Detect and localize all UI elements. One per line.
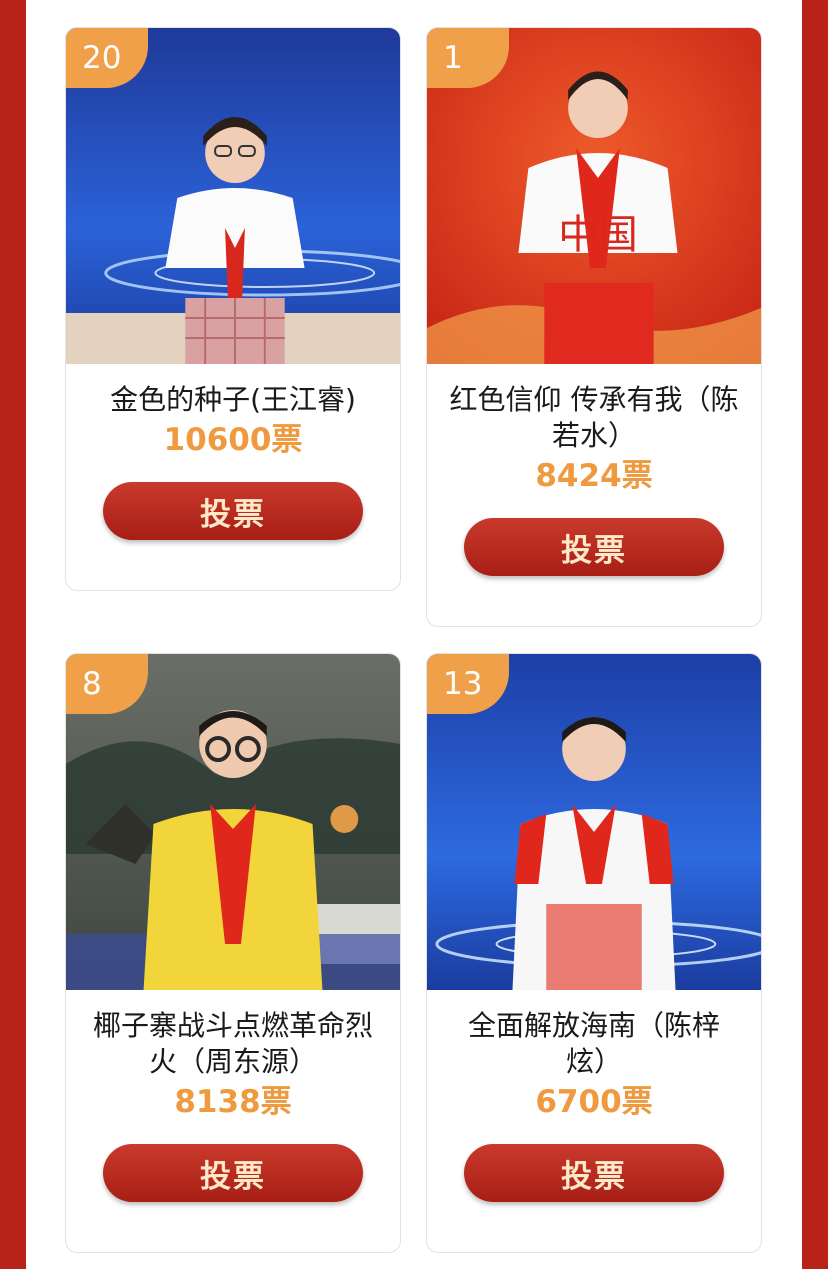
content-panel: 20 金色的种子(王江睿) 10600票 投票 中国 1 红色信仰 传承有我（陈… <box>26 0 802 1269</box>
vote-count: 10600票 <box>163 422 303 458</box>
vote-count: 8424票 <box>535 458 653 494</box>
contestant-photo[interactable]: 8 <box>66 654 400 990</box>
vote-button[interactable]: 投票 <box>103 482 363 540</box>
contestant-photo[interactable]: 20 <box>66 28 400 364</box>
vote-button[interactable]: 投票 <box>103 1144 363 1202</box>
contestant-title: 椰子寨战斗点燃革命烈火（周东源） <box>92 1009 373 1078</box>
vote-button[interactable]: 投票 <box>464 518 724 576</box>
vote-count: 6700票 <box>535 1084 653 1120</box>
vote-count: 8138票 <box>174 1084 292 1120</box>
contestant-title: 全面解放海南（陈梓炫） <box>467 1009 720 1078</box>
contestant-card[interactable]: 8 椰子寨战斗点燃革命烈火（周东源） 8138票 投票 <box>65 653 401 1253</box>
contestant-card[interactable]: 20 金色的种子(王江睿) 10600票 投票 <box>65 27 401 591</box>
contestant-card[interactable]: 13 全面解放海南（陈梓炫） 6700票 投票 <box>426 653 762 1253</box>
vote-button[interactable]: 投票 <box>464 1144 724 1202</box>
contestant-card[interactable]: 中国 1 红色信仰 传承有我（陈若水） 8424票 投票 <box>426 27 762 627</box>
contestant-photo[interactable]: 中国 1 <box>427 28 761 364</box>
contestant-title: 红色信仰 传承有我（陈若水） <box>449 383 739 452</box>
svg-text:中国: 中国 <box>558 212 638 258</box>
contestant-photo[interactable]: 13 <box>427 654 761 990</box>
contestant-title: 金色的种子(王江睿) <box>110 383 356 416</box>
